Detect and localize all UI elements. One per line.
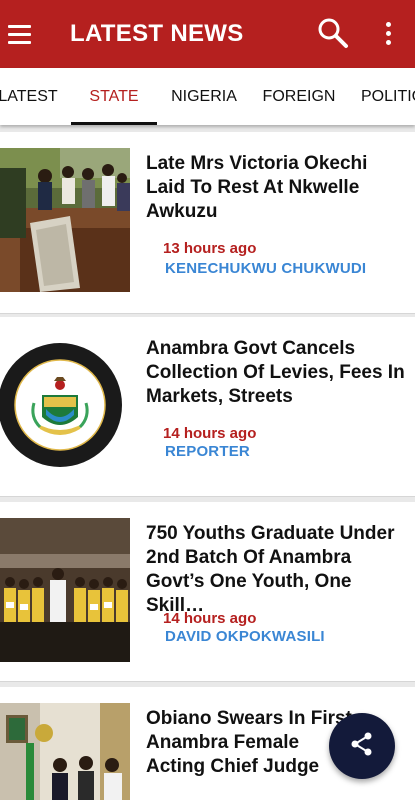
tab-foreign[interactable]: FOREIGN bbox=[256, 68, 342, 125]
article-thumbnail bbox=[0, 703, 130, 800]
article-card[interactable]: 750 Youths Graduate Under 2nd Batch Of A… bbox=[0, 502, 415, 682]
article-card[interactable]: Anambra Govt Cancels Collection Of Levie… bbox=[0, 317, 415, 497]
article-time: 14 hours ago bbox=[163, 610, 257, 627]
hamburger-menu-icon[interactable] bbox=[3, 18, 35, 50]
anambra-state-seal-image bbox=[0, 333, 130, 477]
app-screen: LATEST NEWS LATEST STATE NIGERIA FOREIGN… bbox=[0, 0, 415, 800]
article-time: 14 hours ago bbox=[163, 425, 257, 442]
article-headline: 750 Youths Graduate Under 2nd Batch Of A… bbox=[146, 523, 395, 616]
article-headline: Obiano Swears In First Anambra Female Ac… bbox=[146, 708, 352, 777]
page-title: LATEST NEWS bbox=[70, 20, 244, 47]
article-thumbnail bbox=[0, 148, 130, 292]
tab-politics[interactable]: POLITICS bbox=[355, 68, 415, 125]
share-icon bbox=[349, 731, 375, 762]
article-headline: Anambra Govt Cancels Collection Of Levie… bbox=[146, 338, 405, 407]
tab-nigeria[interactable]: NIGERIA bbox=[164, 68, 244, 125]
article-headline: Late Mrs Victoria Okechi Laid To Rest At… bbox=[146, 153, 368, 222]
article-time: 13 hours ago bbox=[163, 240, 257, 257]
article-thumbnail bbox=[0, 518, 130, 662]
article-author: DAVID OKPOKWASILI bbox=[165, 628, 325, 645]
app-bar: LATEST NEWS bbox=[0, 0, 415, 68]
category-tabs: LATEST STATE NIGERIA FOREIGN POLITICS bbox=[0, 68, 415, 125]
tab-latest[interactable]: LATEST bbox=[0, 68, 62, 125]
article-author: KENECHUKWU CHUKWUDI bbox=[165, 260, 367, 277]
search-icon[interactable] bbox=[316, 16, 350, 50]
share-button[interactable] bbox=[329, 713, 395, 779]
more-vertical-icon[interactable] bbox=[378, 18, 398, 48]
article-card[interactable]: Late Mrs Victoria Okechi Laid To Rest At… bbox=[0, 132, 415, 314]
tab-state[interactable]: STATE bbox=[71, 68, 157, 125]
article-author: REPORTER bbox=[165, 443, 250, 460]
